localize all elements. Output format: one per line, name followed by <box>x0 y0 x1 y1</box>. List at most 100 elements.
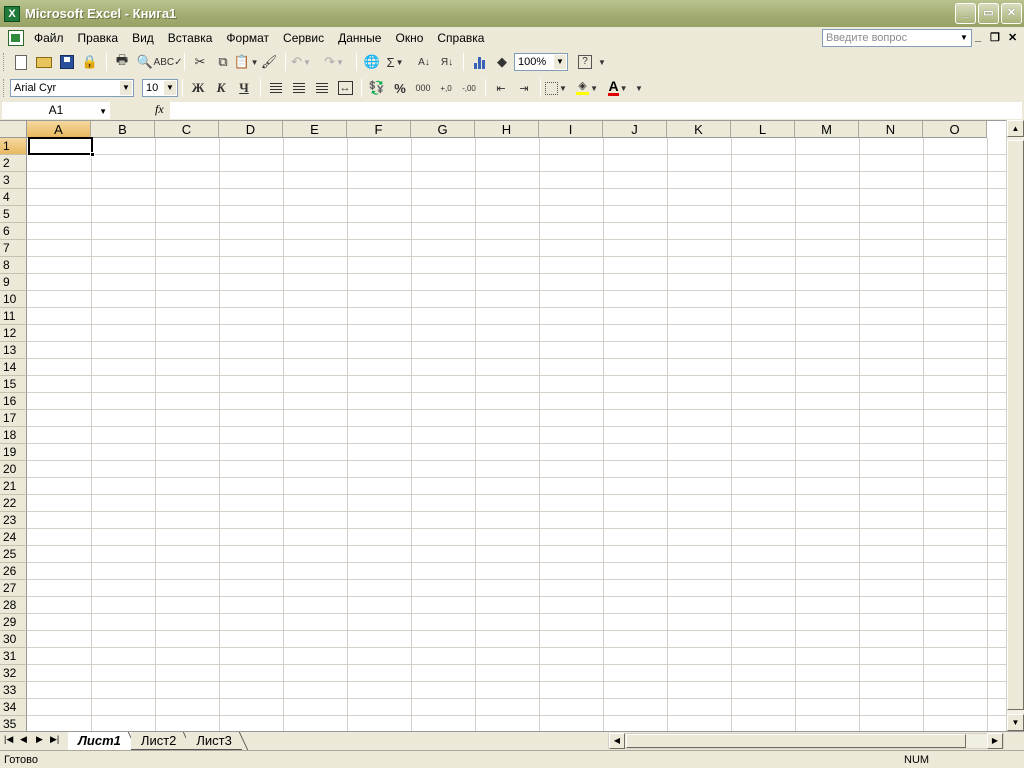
close-button[interactable]: ✕ <box>1001 3 1022 24</box>
row-header-31[interactable]: 31 <box>0 648 27 665</box>
column-header-i[interactable]: I <box>539 121 603 138</box>
row-header-19[interactable]: 19 <box>0 444 27 461</box>
chevron-down-icon[interactable]: ▼ <box>958 31 970 45</box>
chevron-down-icon[interactable]: ▼ <box>336 58 344 67</box>
sheet-tab-1[interactable]: Лист1 <box>68 732 131 750</box>
row-header-15[interactable]: 15 <box>0 376 27 393</box>
chevron-down-icon[interactable]: ▼ <box>164 81 176 95</box>
italic-button[interactable]: К <box>210 77 232 99</box>
percent-button[interactable]: % <box>389 77 411 99</box>
menu-data[interactable]: Данные <box>338 29 381 47</box>
column-header-b[interactable]: B <box>91 121 155 138</box>
row-header-18[interactable]: 18 <box>0 427 27 444</box>
menu-insert[interactable]: Вставка <box>168 29 213 47</box>
align-center-button[interactable] <box>288 77 310 99</box>
chevron-down-icon[interactable]: ▼ <box>620 84 628 93</box>
sort-descending-button[interactable]: Я↓ <box>436 51 458 73</box>
doc-close-button[interactable]: ✕ <box>1008 31 1017 44</box>
menu-format[interactable]: Формат <box>226 29 269 47</box>
row-header-11[interactable]: 11 <box>0 308 27 325</box>
maximize-button[interactable]: ▭ <box>978 3 999 24</box>
column-header-d[interactable]: D <box>219 121 283 138</box>
column-header-a[interactable]: A <box>27 121 91 138</box>
toolbar-grip[interactable] <box>3 79 6 97</box>
prev-sheet-button[interactable]: ◀ <box>20 734 27 745</box>
row-header-1[interactable]: 1 <box>0 138 27 155</box>
first-sheet-button[interactable]: |◀ <box>4 734 13 745</box>
active-cell-a1[interactable] <box>28 137 93 155</box>
menu-help[interactable]: Справка <box>437 29 484 47</box>
doc-minimize-button[interactable]: _ <box>975 31 981 43</box>
font-size-select[interactable]: 10 ▼ <box>142 79 178 97</box>
row-header-13[interactable]: 13 <box>0 342 27 359</box>
chevron-down-icon[interactable]: ▼ <box>590 84 598 93</box>
workbook-icon[interactable] <box>8 30 24 46</box>
row-header-6[interactable]: 6 <box>0 223 27 240</box>
cell-area[interactable] <box>27 138 1006 731</box>
menu-tools[interactable]: Сервис <box>283 29 324 47</box>
column-header-o[interactable]: O <box>923 121 987 138</box>
row-header-10[interactable]: 10 <box>0 291 27 308</box>
next-sheet-button[interactable]: ▶ <box>36 734 43 745</box>
chevron-down-icon[interactable]: ▼ <box>554 55 566 69</box>
hyperlink-button[interactable]: 🌐 <box>361 51 383 73</box>
row-header-2[interactable]: 2 <box>0 155 27 172</box>
scroll-left-button[interactable]: ◀ <box>609 733 625 749</box>
menu-edit[interactable]: Правка <box>78 29 119 47</box>
row-header-5[interactable]: 5 <box>0 206 27 223</box>
fill-handle[interactable] <box>90 152 95 157</box>
vertical-scrollbar[interactable]: ▲ ▼ <box>1006 120 1024 731</box>
row-header-4[interactable]: 4 <box>0 189 27 206</box>
save-button[interactable] <box>56 51 78 73</box>
minimize-button[interactable]: _ <box>955 3 976 24</box>
row-header-8[interactable]: 8 <box>0 257 27 274</box>
fill-color-button[interactable]: ◈ ▼ <box>576 77 598 99</box>
select-all-corner[interactable] <box>0 121 27 138</box>
name-box[interactable]: A1 ▼ <box>2 102 110 119</box>
column-header-l[interactable]: L <box>731 121 795 138</box>
paste-button[interactable]: 📋 ▼ <box>233 51 258 73</box>
comma-style-button[interactable]: 000 <box>412 77 434 99</box>
scroll-up-button[interactable]: ▲ <box>1007 120 1024 137</box>
help-button[interactable]: ? <box>574 51 596 73</box>
row-header-7[interactable]: 7 <box>0 240 27 257</box>
last-sheet-button[interactable]: ▶| <box>50 734 59 745</box>
row-header-29[interactable]: 29 <box>0 614 27 631</box>
row-header-35[interactable]: 35 <box>0 716 27 731</box>
font-name-select[interactable]: Arial Cyr ▼ <box>10 79 134 97</box>
row-header-24[interactable]: 24 <box>0 529 27 546</box>
excel-app-icon[interactable]: X <box>4 5 20 22</box>
menu-view[interactable]: Вид <box>132 29 154 47</box>
menu-window[interactable]: Окно <box>395 29 423 47</box>
toolbar-options-button[interactable]: ▼ <box>634 77 644 99</box>
menu-file[interactable]: Файл <box>34 29 64 47</box>
sheet-tab-2[interactable]: Лист2 <box>130 732 187 750</box>
toolbar-options-button[interactable]: ▼ <box>597 51 607 73</box>
format-painter-button[interactable]: 🖌 <box>258 51 280 73</box>
vertical-scroll-thumb[interactable] <box>1007 140 1024 710</box>
insert-function-icon[interactable]: fx <box>155 102 164 117</box>
decrease-decimal-button[interactable]: -,00 <box>458 77 480 99</box>
row-header-23[interactable]: 23 <box>0 512 27 529</box>
decrease-indent-button[interactable]: ⇤ <box>490 77 512 99</box>
chart-wizard-button[interactable] <box>468 51 490 73</box>
print-button[interactable]: 🖶 <box>111 51 133 73</box>
column-header-j[interactable]: J <box>603 121 667 138</box>
spelling-button[interactable]: ABC✓ <box>154 51 183 73</box>
horizontal-scrollbar[interactable]: ◀ ▶ <box>608 733 1004 749</box>
merge-center-button[interactable]: ↔ <box>334 77 356 99</box>
scroll-right-button[interactable]: ▶ <box>987 733 1003 749</box>
bold-button[interactable]: Ж <box>187 77 209 99</box>
row-header-27[interactable]: 27 <box>0 580 27 597</box>
chevron-down-icon[interactable]: ▼ <box>120 81 132 95</box>
underline-button[interactable]: Ч <box>233 77 255 99</box>
sort-ascending-button[interactable]: A↓ <box>413 51 435 73</box>
chevron-down-icon[interactable]: ▼ <box>559 84 567 93</box>
zoom-select[interactable]: 100% ▼ <box>514 53 568 71</box>
column-header-h[interactable]: H <box>475 121 539 138</box>
scroll-down-button[interactable]: ▼ <box>1007 714 1024 731</box>
row-header-14[interactable]: 14 <box>0 359 27 376</box>
cut-button[interactable]: ✂ <box>189 51 211 73</box>
chevron-down-icon[interactable]: ▼ <box>303 58 311 67</box>
horizontal-scroll-thumb[interactable] <box>626 734 966 748</box>
